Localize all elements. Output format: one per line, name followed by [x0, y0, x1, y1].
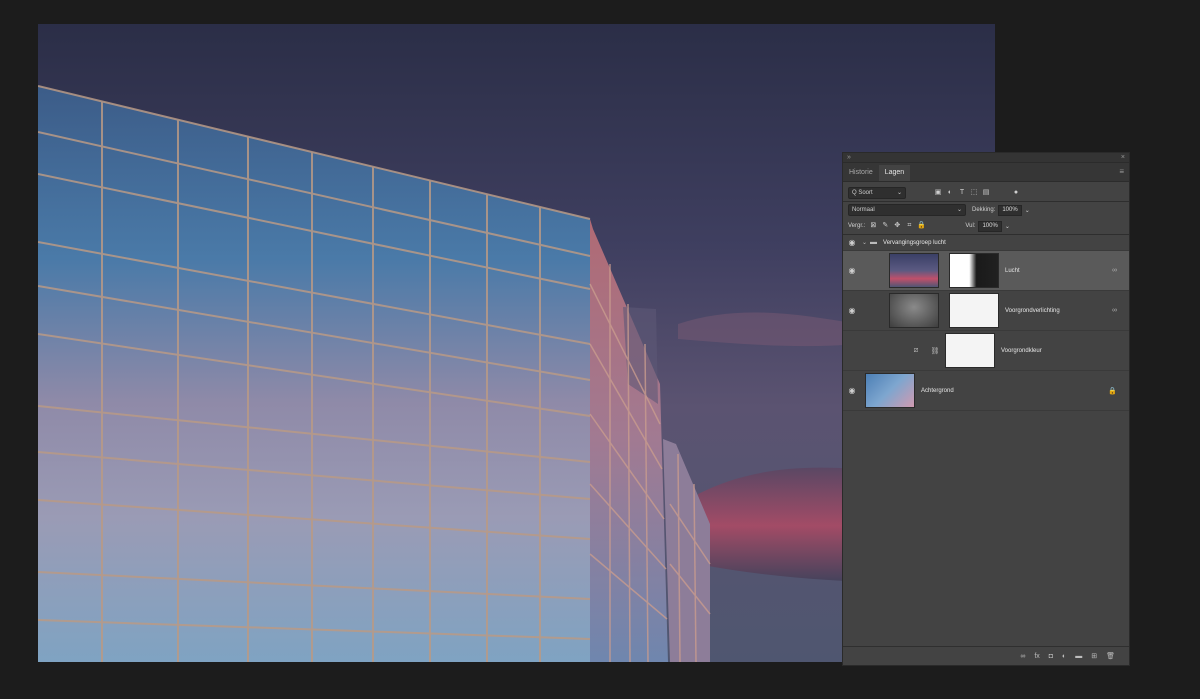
lock-label: Vergr.: — [848, 223, 866, 229]
layer-mask-thumbnail[interactable] — [949, 293, 999, 328]
tab-lagen[interactable]: Lagen — [878, 165, 911, 181]
lock-move-icon[interactable]: ✥ — [893, 222, 901, 230]
layer-thumbnail — [889, 253, 939, 288]
panel-titlebar[interactable]: » × — [843, 153, 1129, 163]
layer-mask-thumbnail[interactable] — [949, 253, 999, 288]
close-icon[interactable]: × — [1121, 153, 1125, 162]
layer-name: Lucht — [1005, 267, 1020, 274]
visibility-eye-icon[interactable]: ◉ — [845, 238, 859, 247]
lock-icon[interactable]: 🔒 — [1108, 387, 1117, 395]
smartobject-filter-icon[interactable]: ▤ — [982, 189, 990, 197]
blend-mode-value: Normaal — [852, 207, 875, 213]
new-layer-icon[interactable]: ⊞ — [1091, 652, 1097, 660]
panel-bottom-bar: ∞ fx ◘ ◐ ▬ ⊞ 🗑 — [843, 646, 1129, 665]
layer-row-voorgrondverlichting[interactable]: ◉ Voorgrondverlichting ∞ — [843, 291, 1129, 331]
lock-all-icon[interactable]: 🔒 — [917, 222, 926, 230]
layer-row-voorgrondkleur[interactable]: ◉ ⧄ ⛓ Voorgrondkleur — [843, 331, 1129, 371]
folder-icon: ▬ — [870, 239, 878, 246]
opacity-label: Dekking: — [972, 207, 996, 213]
chevron-down-icon[interactable]: ⌄ — [1025, 207, 1030, 214]
chevron-down-icon: ⌄ — [956, 207, 962, 213]
blend-row: Normaal ⌄ Dekking: 100% ⌄ — [843, 202, 1129, 218]
layer-name: Achtergrond — [921, 387, 954, 394]
lock-pixels-icon[interactable]: ⊠ — [869, 222, 877, 230]
adjustment-filter-icon[interactable]: ◐ — [946, 189, 954, 197]
lock-paint-icon[interactable]: ✎ — [881, 222, 889, 230]
fill-input[interactable]: 100% — [978, 220, 1002, 232]
layers-panel: » × Historie Lagen ≡ Q Soort ⌄ ▣ ◐ T ⬚ ▤… — [842, 152, 1130, 666]
visibility-eye-icon[interactable]: ◉ — [845, 266, 859, 275]
chain-link-icon[interactable]: ⛓ — [925, 347, 945, 355]
trash-icon[interactable]: 🗑 — [1106, 652, 1115, 660]
layer-thumbnail — [889, 293, 939, 328]
fx-icon[interactable]: fx — [1034, 653, 1039, 660]
visibility-eye-icon[interactable]: ◉ — [845, 386, 859, 395]
link-icon[interactable]: ∞ — [1112, 267, 1117, 274]
panel-menu-icon[interactable]: ≡ — [1119, 167, 1124, 176]
link-layers-icon[interactable]: ∞ — [1020, 653, 1025, 660]
filter-row: Q Soort ⌄ ▣ ◐ T ⬚ ▤ ● — [843, 185, 1129, 201]
shape-filter-icon[interactable]: ⬚ — [970, 189, 978, 197]
tab-historie[interactable]: Historie — [843, 165, 879, 181]
folder-icon[interactable]: ▬ — [1075, 653, 1082, 660]
blend-mode-select[interactable]: Normaal ⌄ — [848, 204, 966, 216]
type-filter-icon[interactable]: T — [958, 189, 966, 197]
lock-row: Vergr.: ⊠ ✎ ✥ ⌗ 🔒 Vul: 100% ⌄ — [843, 218, 1129, 234]
layer-thumbnail — [865, 373, 915, 408]
layer-name: Voorgrondverlichting — [1005, 307, 1060, 314]
add-mask-icon[interactable]: ◘ — [1049, 653, 1053, 660]
image-filter-icon[interactable]: ▣ — [934, 189, 942, 197]
adjustment-layer-icon[interactable]: ◐ — [1062, 653, 1066, 660]
filter-kind-select[interactable]: Q Soort ⌄ — [848, 187, 906, 199]
group-name: Vervangingsgroep lucht — [883, 239, 946, 246]
opacity-input[interactable]: 100% — [998, 204, 1022, 216]
layer-row-lucht[interactable]: ◉ Lucht ∞ — [843, 251, 1129, 291]
panel-tabs: Historie Lagen ≡ — [843, 163, 1129, 182]
link-icon[interactable]: ∞ — [1112, 307, 1117, 314]
fill-label: Vul: — [965, 223, 976, 229]
visibility-eye-icon[interactable]: ◉ — [845, 346, 859, 355]
layer-row-achtergrond[interactable]: ◉ Achtergrond 🔒 — [843, 371, 1129, 411]
adjustment-layer-icon: ⧄ — [913, 346, 919, 354]
layer-name: Voorgrondkleur — [1001, 347, 1042, 354]
layer-mask-thumbnail[interactable] — [945, 333, 995, 368]
chevron-down-icon: ⌄ — [896, 190, 902, 196]
filter-kind-label: Q Soort — [852, 190, 873, 196]
filter-toggle-icon[interactable]: ● — [1012, 189, 1020, 197]
collapse-icon[interactable]: » — [847, 153, 851, 162]
lock-artboard-icon[interactable]: ⌗ — [905, 222, 913, 230]
chevron-down-icon[interactable]: ⌄ — [1005, 223, 1010, 230]
chevron-down-icon[interactable]: ⌄ — [862, 239, 867, 246]
visibility-eye-icon[interactable]: ◉ — [845, 306, 859, 315]
layer-group-row[interactable]: ◉ ⌄ ▬ Vervangingsgroep lucht — [843, 235, 1129, 251]
